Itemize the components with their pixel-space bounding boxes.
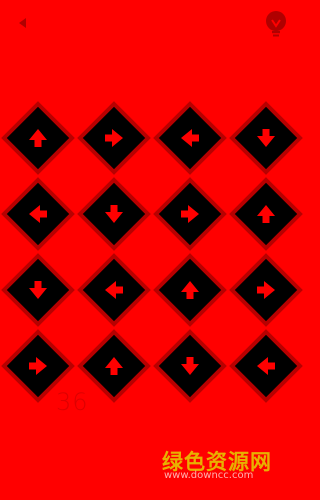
move-counter: 36 (56, 388, 89, 416)
lightbulb-icon (266, 11, 286, 37)
arrow-tile[interactable] (152, 328, 228, 404)
puzzle-board (0, 100, 303, 403)
arrow-tile[interactable] (228, 176, 304, 252)
arrow-tile[interactable] (152, 176, 228, 252)
arrow-tile[interactable] (228, 100, 304, 176)
arrow-tile[interactable] (76, 252, 152, 328)
arrow-tile[interactable] (0, 100, 76, 176)
back-button[interactable] (14, 14, 32, 32)
arrow-tile[interactable] (76, 100, 152, 176)
arrow-tile[interactable] (228, 328, 304, 404)
arrow-tile[interactable] (0, 252, 76, 328)
back-arrow-icon (19, 18, 26, 28)
hint-button[interactable] (264, 10, 288, 38)
watermark-url: www.downcc.com (164, 470, 254, 481)
arrow-tile[interactable] (152, 252, 228, 328)
arrow-tile[interactable] (228, 252, 304, 328)
arrow-tile[interactable] (76, 176, 152, 252)
arrow-tile[interactable] (152, 100, 228, 176)
arrow-tile[interactable] (0, 176, 76, 252)
